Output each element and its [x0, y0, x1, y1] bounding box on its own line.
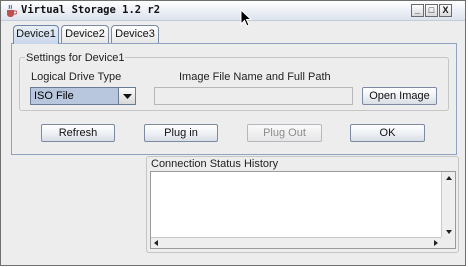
status-history-title: Connection Status History	[151, 158, 279, 170]
close-button[interactable]: X	[439, 4, 452, 17]
java-cup-icon	[7, 4, 17, 17]
chevron-down-icon	[123, 94, 132, 99]
drive-type-value: ISO File	[34, 90, 74, 102]
image-path-label: Image File Name and Full Path	[179, 71, 331, 83]
status-history-area[interactable]	[150, 171, 456, 249]
tab-device3[interactable]: Device3	[111, 25, 159, 43]
drive-type-select[interactable]: ISO File	[30, 87, 136, 105]
mouse-pointer-icon	[240, 9, 252, 27]
open-image-button[interactable]: Open Image	[362, 87, 437, 105]
horizontal-scrollbar[interactable]	[151, 237, 442, 248]
scroll-right-icon[interactable]	[434, 240, 438, 246]
tab-device1[interactable]: Device1	[13, 25, 59, 44]
scrollbar-corner	[441, 237, 455, 248]
ok-button[interactable]: OK	[350, 124, 425, 142]
vertical-scrollbar[interactable]	[441, 172, 455, 238]
drive-type-label: Logical Drive Type	[31, 71, 122, 83]
plug-in-button[interactable]: Plug in	[144, 124, 218, 142]
dropdown-button[interactable]	[118, 88, 135, 104]
scroll-down-icon[interactable]	[446, 230, 452, 234]
plug-out-button: Plug Out	[247, 124, 322, 142]
tab-device2[interactable]: Device2	[61, 25, 109, 43]
main-window: Virtual Storage 1.2 r2 _ □ X Device1 Dev…	[0, 0, 466, 266]
maximize-button[interactable]: □	[425, 4, 438, 17]
minimize-button[interactable]: _	[411, 4, 424, 17]
scroll-left-icon[interactable]	[154, 240, 158, 246]
scroll-up-icon[interactable]	[446, 176, 452, 180]
window-title: Virtual Storage 1.2 r2	[21, 4, 161, 16]
image-path-field[interactable]	[154, 87, 353, 105]
refresh-button[interactable]: Refresh	[41, 124, 115, 142]
settings-group-title: Settings for Device1	[25, 52, 126, 64]
title-bar[interactable]: Virtual Storage 1.2 r2 _ □ X	[1, 1, 465, 21]
